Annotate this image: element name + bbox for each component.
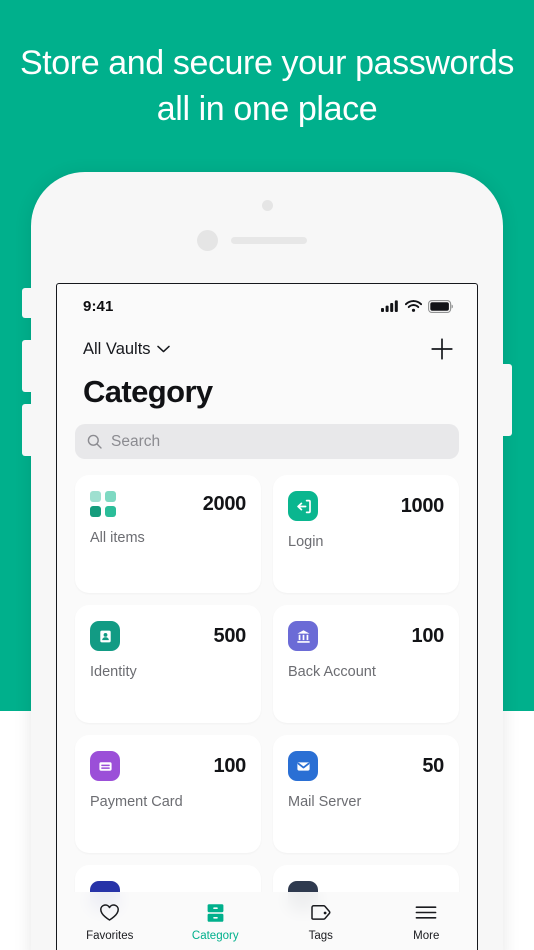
tag-icon xyxy=(310,902,332,923)
category-label: Identity xyxy=(90,664,137,680)
signal-bars-icon xyxy=(381,300,398,312)
phone-screen: 9:41 All Vaults Category Search 2000 All… xyxy=(56,283,478,950)
power-button[interactable] xyxy=(502,364,512,436)
tab-label: More xyxy=(413,930,440,942)
page-title: Category xyxy=(83,374,213,409)
heart-icon xyxy=(99,902,120,923)
search-icon xyxy=(87,434,102,449)
search-placeholder: Search xyxy=(111,432,161,450)
front-camera-icon xyxy=(197,230,218,251)
bottom-tab-bar: Favorites Category Tags More xyxy=(57,892,478,950)
category-card-payment-card[interactable]: 100 Payment Card xyxy=(75,735,261,853)
vault-selector-label: All Vaults xyxy=(83,339,151,358)
status-bar: 9:41 xyxy=(57,284,477,328)
login-arrow-icon xyxy=(288,491,318,521)
volume-up-button[interactable] xyxy=(22,340,32,392)
status-indicators xyxy=(381,299,453,313)
category-label: Login xyxy=(288,534,324,550)
category-label: Back Account xyxy=(288,664,376,680)
tab-label: Tags xyxy=(308,930,333,942)
category-card-identity[interactable]: 500 Identity xyxy=(75,605,261,723)
tab-more[interactable]: More xyxy=(374,902,478,942)
envelope-icon xyxy=(288,751,318,781)
earpiece-speaker-icon xyxy=(231,237,307,244)
category-label: Payment Card xyxy=(90,794,183,810)
status-time: 9:41 xyxy=(83,297,114,315)
category-card-back-account[interactable]: 100 Back Account xyxy=(273,605,459,723)
category-card-top: 100 xyxy=(90,751,246,781)
grid-four-squares-icon xyxy=(90,491,116,517)
category-count: 2000 xyxy=(202,492,247,515)
silent-switch-button[interactable] xyxy=(22,288,32,318)
wifi-icon xyxy=(405,300,422,312)
category-card-top: 50 xyxy=(288,751,444,781)
vault-selector-row: All Vaults xyxy=(57,328,477,366)
category-count: 1000 xyxy=(400,494,445,517)
drawers-icon xyxy=(206,902,225,923)
bank-building-icon xyxy=(288,621,318,651)
category-count: 50 xyxy=(422,754,444,777)
category-count: 100 xyxy=(213,754,247,777)
category-card-login[interactable]: 1000 Login xyxy=(273,475,459,593)
phone-mockup: 9:41 All Vaults Category Search 2000 All… xyxy=(22,172,512,950)
tab-label: Favorites xyxy=(86,930,134,942)
search-input[interactable]: Search xyxy=(75,424,459,459)
tab-category[interactable]: Category xyxy=(163,902,269,942)
volume-down-button[interactable] xyxy=(22,404,32,456)
category-card-top: 1000 xyxy=(288,491,444,521)
hero-headline: Store and secure your passwords all in o… xyxy=(19,44,515,128)
category-label: All items xyxy=(90,530,145,546)
credit-card-icon xyxy=(90,751,120,781)
category-count: 100 xyxy=(411,624,445,647)
category-grid: 2000 All items 1000 Login 500 Identity 1… xyxy=(57,459,477,950)
hamburger-menu-icon xyxy=(415,902,437,923)
category-label: Mail Server xyxy=(288,794,362,810)
category-card-mail-server[interactable]: 50 Mail Server xyxy=(273,735,459,853)
proximity-sensor-icon xyxy=(262,200,273,211)
app-screenshot: Store and secure your passwords all in o… xyxy=(0,0,534,950)
battery-full-icon xyxy=(428,299,453,313)
chevron-down-icon xyxy=(156,345,170,353)
category-count: 500 xyxy=(213,624,247,647)
search-section: Search xyxy=(57,410,477,459)
tab-favorites[interactable]: Favorites xyxy=(57,902,163,942)
category-card-top: 2000 xyxy=(90,491,246,517)
category-card-top: 100 xyxy=(288,621,444,651)
add-item-button[interactable] xyxy=(429,336,455,362)
plus-icon xyxy=(431,338,453,360)
tab-label: Category xyxy=(191,930,239,942)
tab-tags[interactable]: Tags xyxy=(268,902,374,942)
category-card-top: 500 xyxy=(90,621,246,651)
category-card-all-items[interactable]: 2000 All items xyxy=(75,475,261,593)
vault-selector[interactable]: All Vaults xyxy=(83,340,170,359)
identity-card-icon xyxy=(90,621,120,651)
